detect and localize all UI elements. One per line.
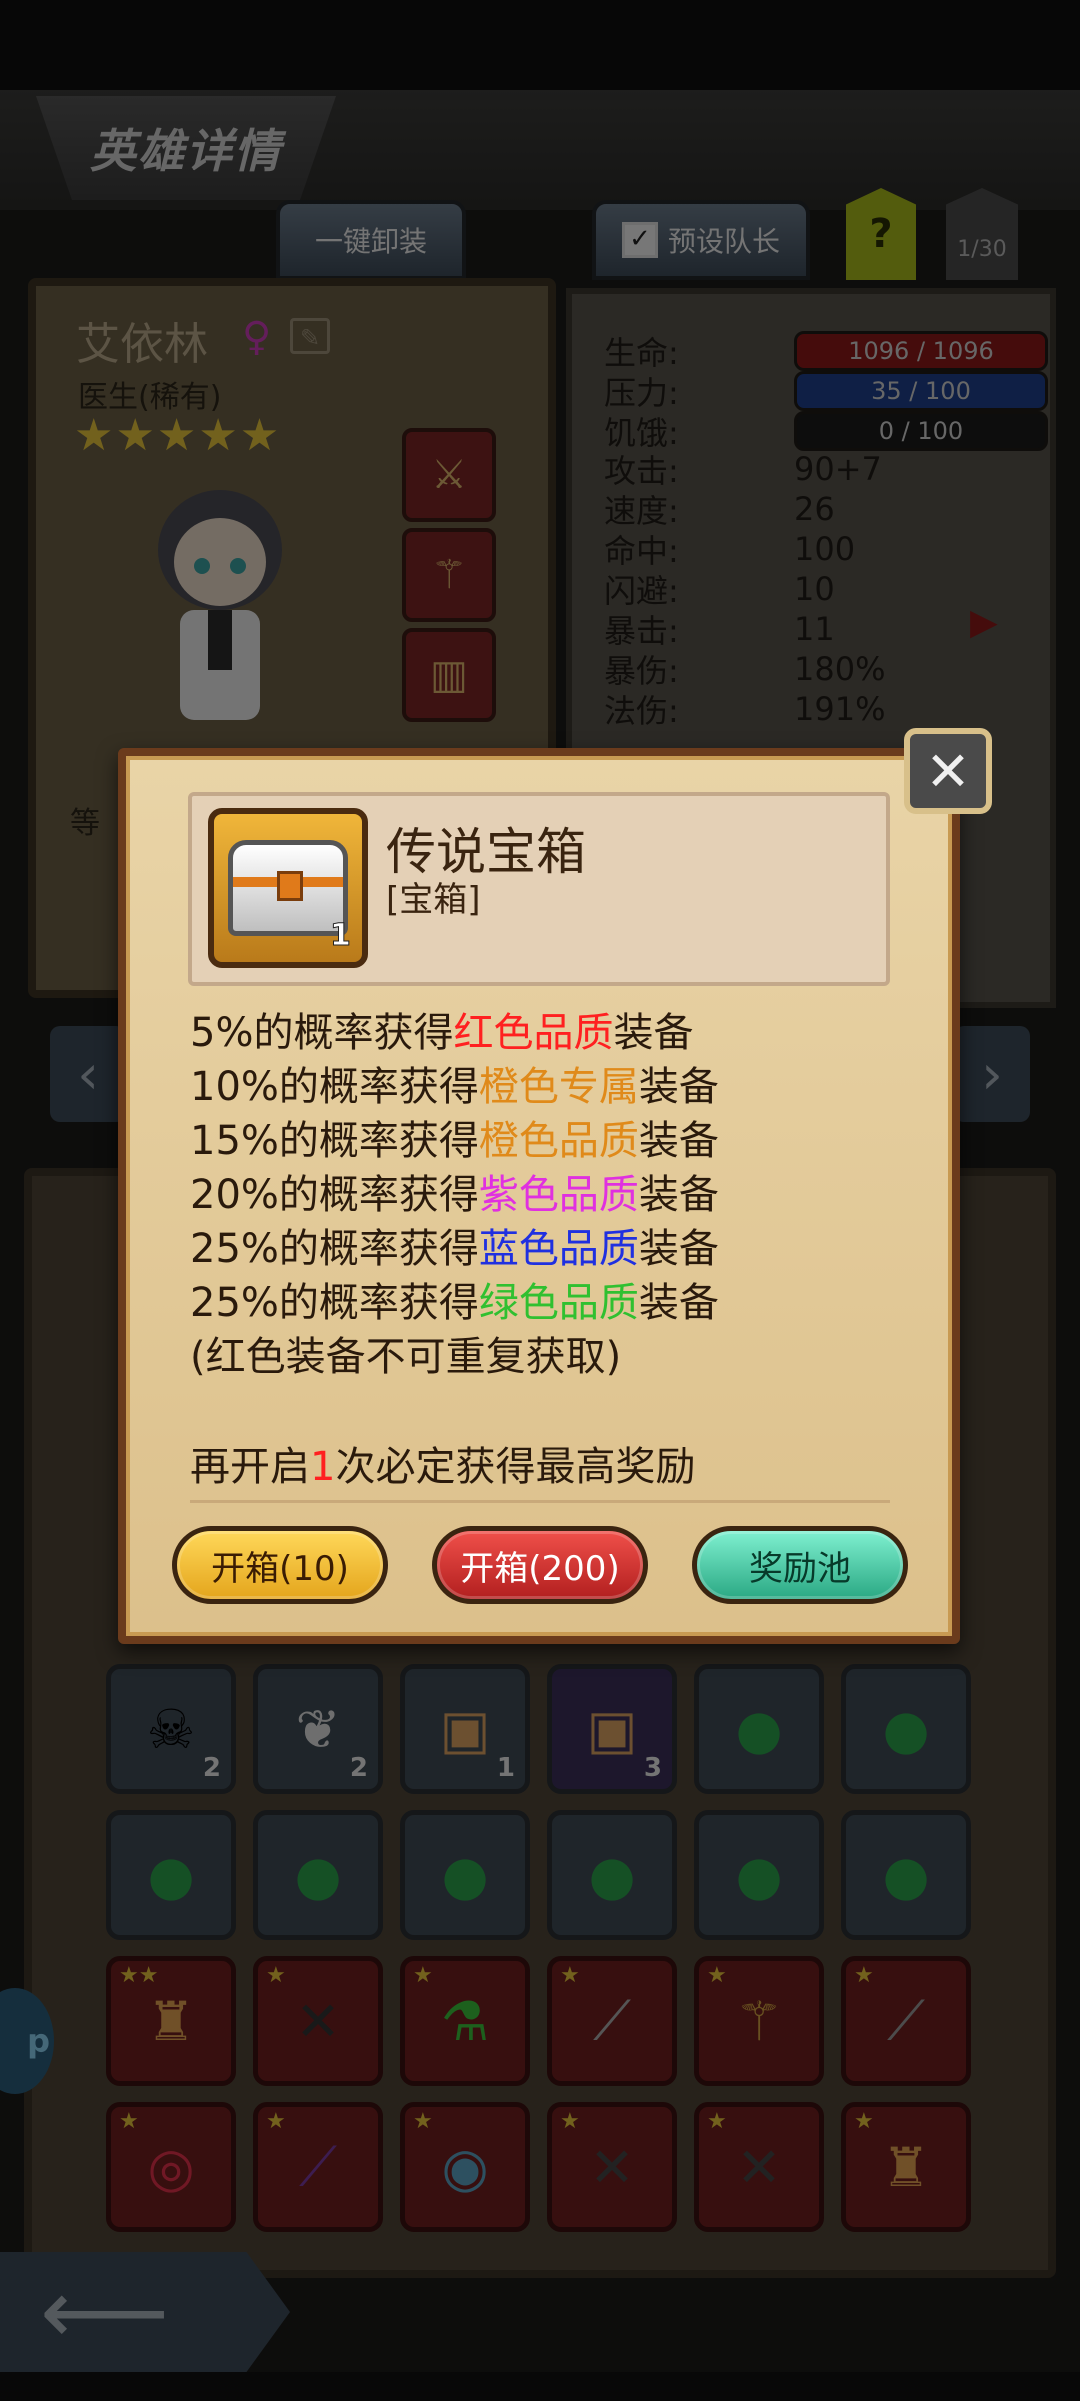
rate-quality: 紫色品质 xyxy=(478,1172,639,1218)
rate-text: 25%的概率获得 xyxy=(190,1280,479,1326)
drop-rate-green: 25%的概率获得绿色品质装备 xyxy=(190,1270,719,1328)
guarantee-pre: 再开启 xyxy=(190,1444,310,1490)
rate-text: 10%的概率获得 xyxy=(190,1064,479,1110)
divider xyxy=(190,1500,890,1503)
close-icon: ✕ xyxy=(925,739,971,803)
rate-text: 25%的概率获得 xyxy=(190,1226,479,1272)
item-quantity: 1 xyxy=(330,918,352,954)
drop-rate-red: 5%的概率获得红色品质装备 xyxy=(190,1000,693,1058)
item-type: [宝箱] xyxy=(386,880,481,920)
drop-rate-orange-exclusive: 10%的概率获得橙色专属装备 xyxy=(190,1054,719,1112)
guarantee-text: 再开启1次必定获得最高奖励 xyxy=(190,1434,695,1492)
rate-text: 装备 xyxy=(638,1118,719,1164)
open-200-button[interactable]: 开箱(200) xyxy=(432,1526,648,1604)
rate-quality: 绿色品质 xyxy=(478,1280,639,1326)
rate-text: 装备 xyxy=(613,1010,694,1056)
reward-pool-button[interactable]: 奖励池 xyxy=(692,1526,908,1604)
drop-rate-orange: 15%的概率获得橙色品质装备 xyxy=(190,1108,719,1166)
rate-quality: 红色品质 xyxy=(453,1010,614,1056)
drop-rate-purple: 20%的概率获得紫色品质装备 xyxy=(190,1162,719,1220)
rate-text: 15%的概率获得 xyxy=(190,1118,479,1164)
rate-text: 装备 xyxy=(638,1172,719,1218)
close-button[interactable]: ✕ xyxy=(904,728,992,814)
rate-text: 装备 xyxy=(638,1226,719,1272)
guarantee-post: 次必定获得最高奖励 xyxy=(335,1444,696,1490)
open-10-button[interactable]: 开箱(10) xyxy=(172,1526,388,1604)
rate-text: 装备 xyxy=(638,1280,719,1326)
drop-rate-note: (红色装备不可重复获取) xyxy=(190,1334,622,1380)
rate-text: 装备 xyxy=(638,1064,719,1110)
rate-text: 20%的概率获得 xyxy=(190,1172,479,1218)
rate-quality: 橙色品质 xyxy=(478,1118,639,1164)
rate-text: 5%的概率获得 xyxy=(190,1010,454,1056)
rate-quality: 蓝色品质 xyxy=(478,1226,639,1272)
rate-quality: 橙色专属 xyxy=(478,1064,639,1110)
drop-rate-blue: 25%的概率获得蓝色品质装备 xyxy=(190,1216,719,1274)
guarantee-count: 1 xyxy=(310,1444,336,1490)
